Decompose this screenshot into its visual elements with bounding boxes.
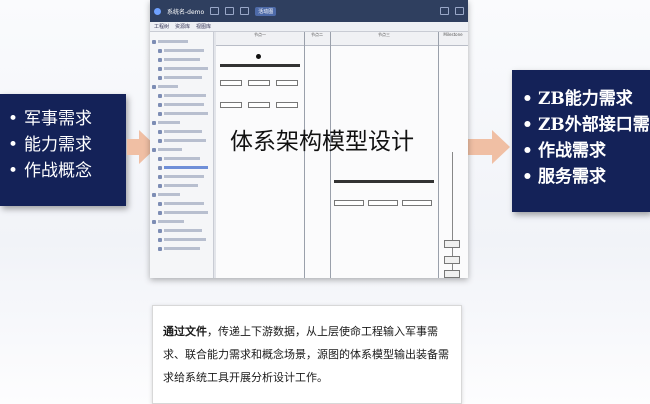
lane-header: 节点三 xyxy=(330,32,438,46)
activity-node[interactable] xyxy=(220,80,242,86)
undo-icon[interactable] xyxy=(210,7,220,15)
input-item: 能力需求 xyxy=(2,132,126,158)
user-icon[interactable] xyxy=(455,7,464,15)
milestone-node[interactable] xyxy=(444,256,460,264)
activity-node[interactable] xyxy=(368,200,398,206)
activity-node[interactable] xyxy=(220,102,242,108)
activity-node[interactable] xyxy=(334,200,364,206)
menu-item[interactable]: 工程树 xyxy=(154,23,169,30)
caption-bold: 通过文件 xyxy=(163,325,207,338)
caption-box: 通过文件，传递上下游数据，从上层使命工程输入军事需求、联合能力需求和概念场景，源… xyxy=(152,305,462,404)
milestone-node[interactable] xyxy=(444,240,460,248)
right-arrow-icon xyxy=(468,130,510,164)
output-item: 服务需求 xyxy=(516,164,650,190)
input-item: 作战概念 xyxy=(2,158,126,184)
activity-node[interactable] xyxy=(248,102,270,108)
activity-node[interactable] xyxy=(402,200,432,206)
milestone-node[interactable] xyxy=(444,270,460,278)
input-list: 军事需求 能力需求 作战概念 xyxy=(2,106,126,184)
redo-icon[interactable] xyxy=(225,7,235,15)
output-item: 作战需求 xyxy=(516,138,650,164)
diagram-type-chip[interactable]: 活动图 xyxy=(255,6,277,16)
app-logo-icon xyxy=(154,7,161,15)
project-tree[interactable] xyxy=(150,32,214,278)
activity-node[interactable] xyxy=(276,102,298,108)
tool-title: 系统名-demo xyxy=(167,8,205,16)
overlay-title: 体系架构模型设计 xyxy=(230,129,414,155)
input-item: 军事需求 xyxy=(2,106,126,132)
output-list: ZB能力需求 ZB外部接口需求 作战需求 服务需求 xyxy=(516,86,650,190)
tool-titlebar: 系统名-demo 活动图 xyxy=(150,0,468,22)
menu-item[interactable]: 资源库 xyxy=(175,23,190,30)
output-requirements-box: ZB能力需求 ZB外部接口需求 作战需求 服务需求 xyxy=(512,70,650,212)
lane-header: 节点一 xyxy=(216,32,304,46)
menu-item[interactable]: 视图库 xyxy=(196,23,211,30)
lane-header: Milestone xyxy=(438,32,468,46)
save-icon[interactable] xyxy=(240,7,250,15)
input-requirements-box: 军事需求 能力需求 作战概念 xyxy=(0,94,126,206)
output-item: ZB外部接口需求 xyxy=(516,112,650,138)
settings-icon[interactable] xyxy=(440,7,449,15)
output-item: ZB能力需求 xyxy=(516,86,650,112)
start-node[interactable] xyxy=(256,54,261,59)
lane-header: 节点二 xyxy=(304,32,330,46)
activity-node[interactable] xyxy=(248,80,270,86)
tool-menubar: 工程树 资源库 视图库 xyxy=(150,22,468,32)
activity-node[interactable] xyxy=(276,80,298,86)
